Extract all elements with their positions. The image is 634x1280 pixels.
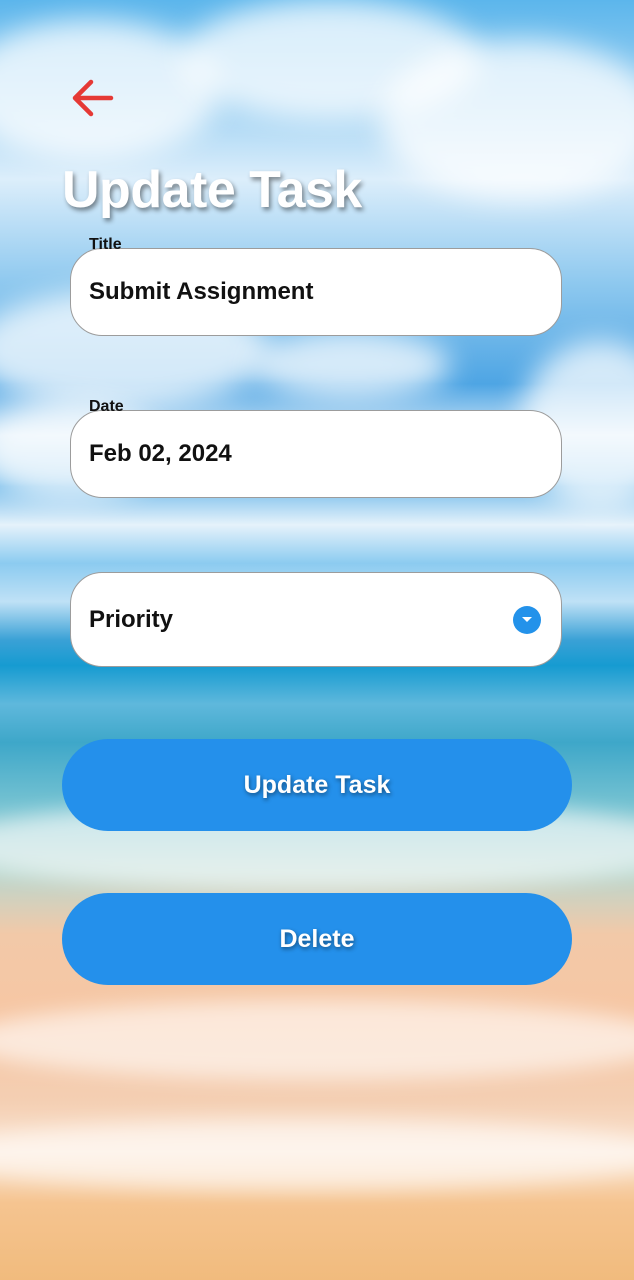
page-title: Update Task (62, 161, 362, 219)
priority-dropdown[interactable]: Priority (70, 572, 562, 667)
delete-button[interactable]: Delete (62, 893, 572, 985)
title-field-value: Submit Assignment (89, 278, 314, 305)
title-field[interactable]: Title Submit Assignment (70, 236, 562, 336)
priority-dropdown-placeholder: Priority (89, 605, 174, 633)
chevron-down-glyph (522, 617, 532, 622)
date-field[interactable]: Date Feb 02, 2024 (70, 398, 562, 498)
back-button[interactable] (66, 76, 118, 120)
chevron-down-icon[interactable] (513, 606, 541, 634)
arrow-left-icon (72, 79, 114, 117)
date-field-value: Feb 02, 2024 (89, 440, 232, 467)
update-task-button[interactable]: Update Task (62, 739, 572, 831)
